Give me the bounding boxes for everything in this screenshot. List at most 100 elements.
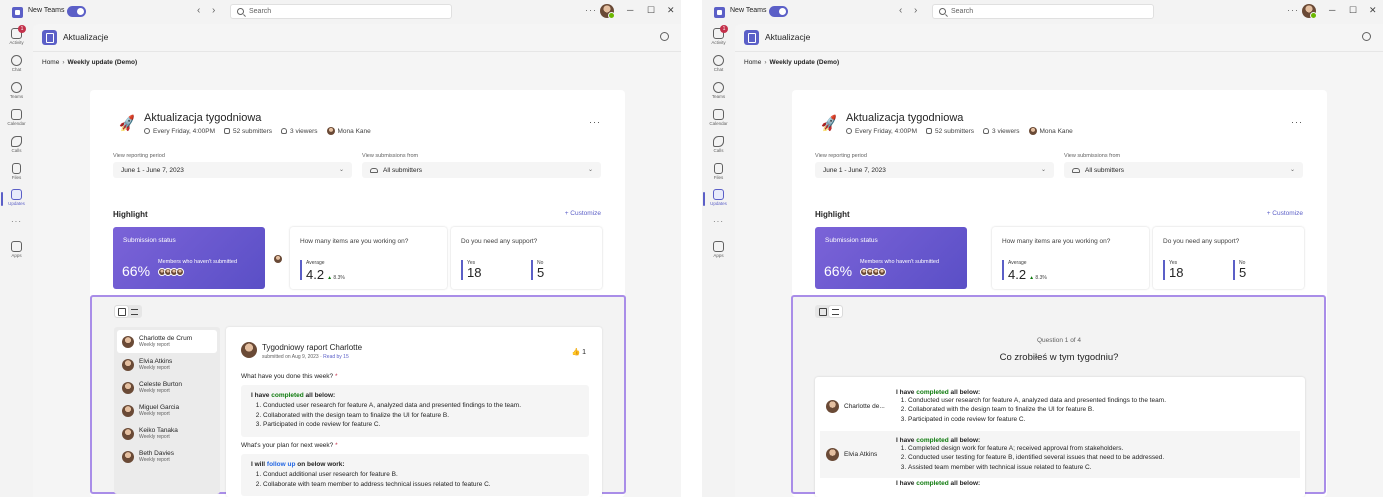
activity-badge: 1	[720, 25, 728, 33]
new-teams-toggle[interactable]	[769, 6, 788, 17]
more-options-button[interactable]: ···	[1287, 5, 1299, 15]
search-input[interactable]: Search	[932, 4, 1154, 19]
rail-item-calls[interactable]: Calls	[702, 134, 735, 160]
close-button[interactable]: ✕	[1369, 5, 1377, 16]
rail-item-files[interactable]: Files	[0, 161, 33, 187]
search-placeholder: Search	[951, 8, 974, 15]
submitters-dropdown[interactable]: All submitters ⌄	[362, 162, 601, 178]
highlight-word: completed	[271, 392, 304, 399]
maximize-button[interactable]: ☐	[1349, 5, 1357, 16]
rail-item-chat[interactable]: Chat	[702, 53, 735, 79]
person-view-icon[interactable]	[115, 306, 128, 317]
table-row[interactable]: Charlotte de... I have completed all bel…	[820, 383, 1300, 430]
member-avatars	[158, 268, 184, 276]
rail-item-apps[interactable]: Apps	[702, 239, 735, 265]
items-tile[interactable]: How many items are you working on? Avera…	[992, 227, 1149, 289]
close-button[interactable]: ✕	[667, 5, 675, 16]
table-row[interactable]: I have completed all below:	[820, 480, 1300, 494]
forward-arrow-icon[interactable]: ›	[212, 5, 215, 16]
minimize-button[interactable]: ─	[1329, 5, 1335, 15]
rail-item-activity[interactable]: 1 Activity	[702, 25, 735, 52]
back-arrow-icon[interactable]: ‹	[899, 5, 902, 16]
maximize-button[interactable]: ☐	[647, 5, 655, 16]
list-item[interactable]: Miguel Garcia Weekly report	[117, 399, 217, 422]
list-item[interactable]: Elvia Atkins Weekly report	[117, 353, 217, 376]
question-view-icon[interactable]	[128, 306, 141, 317]
answer-list: Completed design work for feature A; rec…	[896, 444, 1164, 473]
submission-status-tile[interactable]: Submission status 66% Members who haven'…	[113, 227, 265, 289]
rail-item-teams[interactable]: Teams	[702, 80, 735, 106]
back-arrow-icon[interactable]: ‹	[197, 5, 200, 16]
rail-item-teams[interactable]: Teams	[0, 80, 33, 106]
breadcrumb-home[interactable]: Home	[42, 59, 59, 66]
member-avatars	[860, 268, 886, 276]
list-item[interactable]: Beth Davies Weekly report	[117, 445, 217, 468]
card-more-button[interactable]: ···	[589, 117, 601, 127]
avatar	[122, 404, 134, 417]
teams-icon	[713, 82, 724, 93]
read-by-link[interactable]: Read by 15	[323, 354, 349, 360]
rail-item-calendar[interactable]: Calendar	[702, 107, 735, 133]
highlight-word: follow up	[266, 461, 296, 468]
rail-item-calls[interactable]: Calls	[0, 134, 33, 160]
period-dropdown[interactable]: June 1 - June 7, 2023 ⌄	[815, 162, 1054, 178]
breadcrumb-home[interactable]: Home	[744, 59, 761, 66]
rail-item-activity[interactable]: 1 Activity	[0, 25, 33, 52]
tile-title: How many items are you working on?	[1002, 238, 1111, 245]
rail-item-files[interactable]: Files	[702, 161, 735, 187]
support-tile[interactable]: Do you need any support? Yes 18 No 5	[451, 227, 602, 289]
link-icon[interactable]	[660, 32, 669, 41]
list-item[interactable]: Keiko Tanaka Weekly report	[117, 422, 217, 445]
avatar	[826, 448, 839, 461]
viewers-icon	[281, 128, 288, 134]
rail-item-calendar[interactable]: Calendar	[0, 107, 33, 133]
stat-value: 4.2	[306, 267, 325, 282]
list-item[interactable]: Celeste Burton Weekly report	[117, 376, 217, 399]
more-apps-icon[interactable]: ···	[702, 217, 735, 226]
from-label: View submissions from	[362, 153, 419, 159]
highlight-word: completed	[916, 436, 949, 444]
app-header: Aktualizacje	[735, 24, 1383, 52]
report-subtitle: submitted on Aug 9, 2023 · Read by 15	[262, 354, 349, 360]
person-sub: Weekly report	[139, 434, 170, 440]
people-icon	[1072, 167, 1080, 173]
activity-badge: 1	[18, 25, 26, 33]
search-placeholder: Search	[249, 8, 272, 15]
submitters-dropdown[interactable]: All submitters ⌄	[1064, 162, 1303, 178]
submission-status-tile[interactable]: Submission status 66% Members who haven'…	[815, 227, 967, 289]
search-input[interactable]: Search	[230, 4, 452, 19]
customize-button[interactable]: + Customize	[565, 210, 601, 217]
rail-item-apps[interactable]: Apps	[0, 239, 33, 265]
list-item[interactable]: Charlotte de Crum Weekly report	[117, 330, 217, 353]
new-teams-toggle[interactable]	[67, 6, 86, 17]
link-icon[interactable]	[1362, 32, 1371, 41]
items-tile[interactable]: How many items are you working on? Avera…	[290, 227, 447, 289]
card-more-button[interactable]: ···	[1291, 117, 1303, 127]
reaction-count[interactable]: 👍 1	[571, 348, 586, 356]
forward-arrow-icon[interactable]: ›	[914, 5, 917, 16]
stat-delta: ▲ 8.3%	[1029, 275, 1047, 281]
rail-label: Teams	[711, 94, 726, 99]
highlight-word: completed	[916, 388, 949, 396]
people-icon	[370, 167, 378, 173]
period-label: View reporting period	[113, 153, 165, 159]
person-view-icon[interactable]	[816, 306, 829, 317]
rail-label: Calls	[713, 148, 724, 153]
support-tile[interactable]: Do you need any support? Yes 18 No 5	[1153, 227, 1304, 289]
more-options-button[interactable]: ···	[585, 5, 597, 15]
minimize-button[interactable]: ─	[627, 5, 633, 15]
recurrence-icon	[144, 128, 150, 134]
rail-item-updates[interactable]: Updates	[702, 187, 735, 213]
rail-item-chat[interactable]: Chat	[0, 53, 33, 79]
user-avatar[interactable]	[1302, 4, 1317, 19]
question-view-icon[interactable]	[829, 306, 842, 317]
more-apps-icon[interactable]: ···	[0, 217, 33, 226]
customize-button[interactable]: + Customize	[1267, 210, 1303, 217]
rail-item-updates[interactable]: Updates	[0, 187, 33, 213]
search-icon	[939, 8, 946, 15]
period-dropdown[interactable]: June 1 - June 7, 2023 ⌄	[113, 162, 352, 178]
user-avatar[interactable]	[600, 4, 615, 19]
table-row[interactable]: Elvia Atkins I have completed all below:…	[820, 431, 1300, 478]
avatar	[122, 450, 134, 463]
from-label: View submissions from	[1064, 153, 1121, 159]
